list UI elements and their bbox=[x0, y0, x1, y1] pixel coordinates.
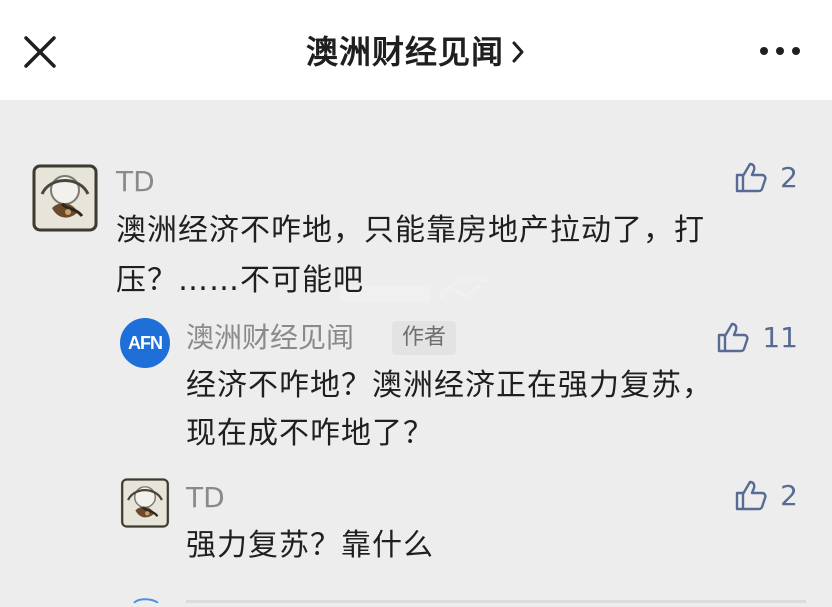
comment-text-line: 澳洲经济不咋地，只能靠房地产拉动了，打 bbox=[116, 213, 705, 248]
like-button[interactable]: 2 bbox=[734, 160, 798, 194]
avatar[interactable]: AFN bbox=[120, 318, 170, 368]
thumbs-up-icon bbox=[718, 322, 749, 353]
avatar[interactable] bbox=[32, 164, 98, 232]
next-reply-partial bbox=[130, 588, 830, 604]
top-bar: 澳洲财经见闻 bbox=[0, 0, 832, 100]
avatar[interactable] bbox=[120, 478, 170, 528]
comment-text-line: 压？……不可能吧 bbox=[116, 263, 364, 298]
comment-text-line: 现在成不咋地了？ bbox=[186, 416, 434, 451]
account-title-link[interactable]: 澳洲财经见闻 bbox=[0, 28, 832, 78]
author-badge: 作者 bbox=[392, 321, 457, 355]
thumbs-up-icon bbox=[735, 480, 767, 511]
like-button[interactable]: 11 bbox=[716, 320, 798, 354]
more-options-icon[interactable] bbox=[758, 38, 802, 64]
comment-author: 澳洲财经见闻 bbox=[186, 321, 355, 354]
comment-text-line: 强力复苏？靠什么 bbox=[186, 528, 434, 563]
like-count: 2 bbox=[780, 478, 798, 512]
comment-text-line: 经济不咋地？澳洲经济正在强力复苏， bbox=[186, 368, 713, 403]
like-count: 11 bbox=[762, 320, 798, 354]
thumbs-up-icon bbox=[735, 162, 767, 193]
comment-author: TD bbox=[116, 165, 155, 198]
comment-author: TD bbox=[186, 481, 225, 514]
chevron-right-icon bbox=[510, 30, 526, 78]
page-title: 澳洲财经见闻 bbox=[305, 33, 504, 71]
like-button[interactable]: 2 bbox=[734, 478, 798, 512]
like-count: 2 bbox=[780, 160, 798, 194]
